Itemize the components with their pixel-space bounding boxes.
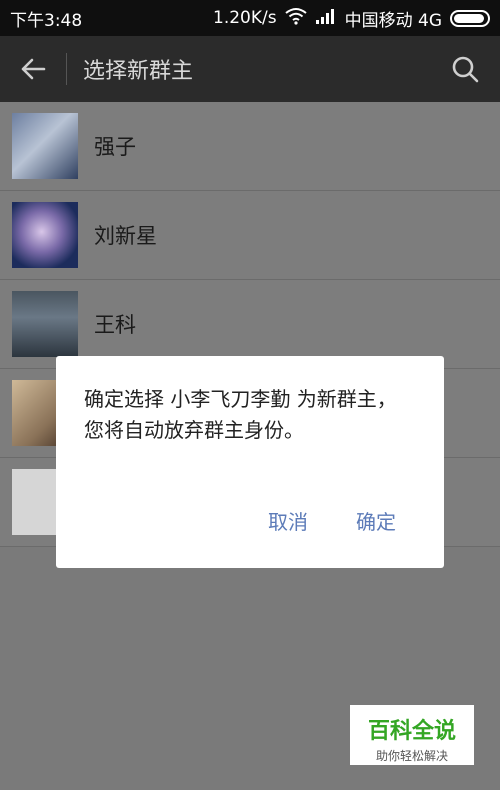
search-button[interactable]	[430, 36, 500, 102]
list-item[interactable]: 强子	[0, 102, 500, 191]
status-time: 下午3:48	[10, 10, 83, 31]
avatar	[12, 113, 78, 179]
battery-icon	[450, 9, 490, 27]
cancel-button[interactable]: 取消	[268, 506, 308, 535]
page-title: 选择新群主	[83, 59, 194, 84]
status-bar: 下午3:48 1.20K/s 中国移动 4G	[0, 0, 500, 36]
confirm-button[interactable]: 确定	[356, 506, 396, 535]
arrow-left-icon	[21, 58, 46, 80]
avatar	[12, 202, 78, 268]
network-speed: 1.20K/s	[213, 8, 277, 28]
back-button[interactable]	[0, 36, 66, 102]
avatar	[12, 291, 78, 357]
contact-name: 王科	[94, 313, 136, 337]
carrier-label: 中国移动 4G	[344, 10, 442, 31]
list-item[interactable]: 刘新星	[0, 191, 500, 280]
contact-name: 刘新星	[94, 224, 157, 248]
confirm-dialog: 确定选择 小李飞刀李勤 为新群主，您将自动放弃群主身份。 取消 确定	[56, 356, 444, 568]
dialog-message: 确定选择 小李飞刀李勤 为新群主，您将自动放弃群主身份。	[84, 387, 397, 442]
wifi-icon	[284, 7, 307, 30]
contact-name: 强子	[94, 135, 136, 159]
watermark-logo: 百科全说 助你轻松解决	[350, 705, 474, 765]
app-bar-divider	[66, 53, 67, 85]
status-right: 1.20K/s 中国移动 4G	[213, 6, 490, 31]
app-bar: 选择新群主	[0, 36, 500, 102]
watermark-title: 百科全说	[367, 719, 456, 744]
search-icon	[452, 56, 479, 83]
signal-icon	[315, 8, 337, 29]
watermark-subtitle: 助你轻松解决	[375, 749, 448, 763]
